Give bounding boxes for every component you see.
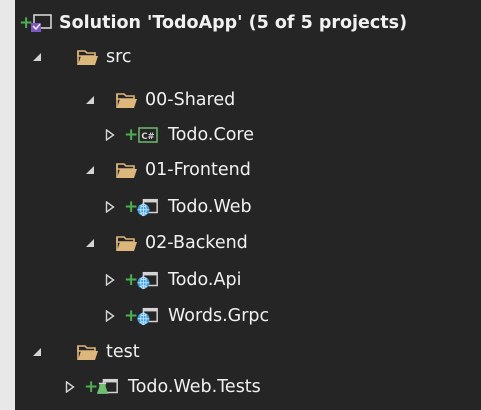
folder-open-icon	[116, 90, 138, 110]
tree-row-folder-src[interactable]: src	[15, 40, 481, 74]
test-project-icon	[97, 377, 119, 397]
web-project-icon	[137, 197, 159, 217]
project-label-grpc: Words.Grpc	[168, 306, 270, 326]
expanded-arrow-icon[interactable]	[83, 236, 97, 250]
csharp-project-icon: C#	[137, 125, 159, 145]
tree-row-project-api[interactable]: + Todo.Api	[15, 263, 481, 297]
collapsed-arrow-icon[interactable]	[103, 309, 117, 323]
project-label-api: Todo.Api	[168, 270, 242, 290]
expanded-arrow-icon[interactable]	[30, 345, 44, 359]
solution-explorer-tree: + Solution 'TodoApp' (5 of 5 projects) s…	[15, 0, 481, 410]
tree-row-folder-shared[interactable]: 00-Shared	[15, 83, 481, 117]
folder-open-icon	[77, 47, 99, 67]
folder-open-icon	[116, 160, 138, 180]
collapsed-arrow-icon[interactable]	[63, 380, 77, 394]
web-project-icon	[137, 306, 159, 326]
folder-open-icon	[77, 342, 99, 362]
folder-label-src: src	[106, 47, 132, 67]
folder-label-shared: 00-Shared	[145, 90, 236, 110]
tree-row-project-tests[interactable]: + Todo.Web.Tests	[15, 370, 481, 404]
tree-row-folder-backend[interactable]: 02-Backend	[15, 226, 481, 260]
tree-row-project-core[interactable]: + C# Todo.Core	[15, 118, 481, 152]
collapsed-arrow-icon[interactable]	[103, 200, 117, 214]
folder-open-icon	[116, 233, 138, 253]
folder-label-frontend: 01-Frontend	[145, 160, 251, 180]
project-label-core: Todo.Core	[168, 125, 254, 145]
expanded-arrow-icon[interactable]	[83, 163, 97, 177]
solution-label: Solution 'TodoApp' (5 of 5 projects)	[59, 13, 408, 33]
tree-row-solution[interactable]: + Solution 'TodoApp' (5 of 5 projects)	[15, 6, 481, 40]
collapsed-arrow-icon[interactable]	[103, 128, 117, 142]
project-label-web: Todo.Web	[168, 197, 252, 217]
tree-row-project-grpc[interactable]: + Words.Grpc	[15, 299, 481, 333]
expanded-arrow-icon[interactable]	[83, 93, 97, 107]
tree-row-project-web[interactable]: + Todo.Web	[15, 190, 481, 224]
project-label-tests: Todo.Web.Tests	[128, 377, 261, 397]
svg-text:C#: C#	[141, 132, 154, 142]
folder-label-test: test	[106, 342, 140, 362]
tree-row-folder-frontend[interactable]: 01-Frontend	[15, 153, 481, 187]
expanded-arrow-icon[interactable]	[30, 50, 44, 64]
visual-studio-solution-icon	[31, 13, 53, 33]
folder-label-backend: 02-Backend	[145, 233, 248, 253]
web-project-icon	[137, 270, 159, 290]
tree-row-folder-test[interactable]: test	[15, 335, 481, 369]
collapsed-arrow-icon[interactable]	[103, 273, 117, 287]
